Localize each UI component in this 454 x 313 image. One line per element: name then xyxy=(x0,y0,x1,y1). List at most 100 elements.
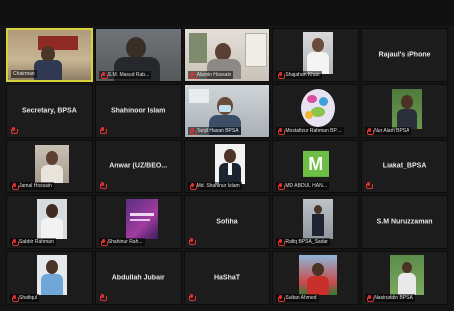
muted-mic-icon xyxy=(278,127,286,135)
muted-mic-icon xyxy=(99,126,107,134)
muted-mic-icon xyxy=(367,294,375,302)
participant-tile[interactable]: Shahinoor Islam xyxy=(94,83,182,138)
muted-mic-icon xyxy=(100,71,108,79)
participant-tile[interactable]: Md. Shahinur Islam xyxy=(183,139,271,194)
participant-name-tag: Rafiq BPSA_Sadar xyxy=(276,238,330,247)
muted-mic-icon xyxy=(99,182,107,190)
participant-display-name: HaShaT xyxy=(213,274,241,282)
participant-tile[interactable]: Secretary, BPSA xyxy=(6,83,93,138)
participant-photo xyxy=(299,255,338,296)
participant-tile[interactable]: Jamal Hossain xyxy=(6,139,93,194)
participant-display-name: Rajaul's iPhone xyxy=(378,51,431,59)
participant-name-tag: Tanjil Hasan BPSA xyxy=(187,126,241,135)
participant-tile[interactable]: Sultan Ahmed xyxy=(272,251,360,305)
participant-name-tag: Chairman xyxy=(11,69,37,78)
participant-name: Shafiqul xyxy=(19,294,38,301)
participant-photo xyxy=(37,255,67,296)
muted-mic-icon xyxy=(188,238,196,246)
participant-tile[interactable]: Anwar (UZ/BEO... xyxy=(94,139,182,194)
participant-name: Mostafizur Rahman BPSA xyxy=(285,127,343,134)
participant-photo xyxy=(303,199,334,240)
participant-name: Chairman xyxy=(13,70,35,77)
muted-mic-icon xyxy=(99,293,107,301)
participant-name-tag: MD ABDUL HAN... xyxy=(276,182,329,191)
participant-photo xyxy=(37,199,67,240)
muted-mic-icon xyxy=(12,294,19,302)
participant-tile[interactable]: Rafiq BPSA_Sadar xyxy=(272,195,360,250)
participant-tile[interactable]: Nur Alam BPSA xyxy=(361,83,448,138)
participant-name-tag: Alamin Hossain xyxy=(187,70,234,79)
participant-name-tag: Shahinur Rah... xyxy=(98,238,145,247)
participant-tile[interactable]: M MD ABDUL HAN... xyxy=(272,139,360,194)
participant-tile[interactable]: Shafiqul xyxy=(6,251,93,305)
participant-tile[interactable]: Shahinur Rah... xyxy=(94,195,182,250)
participant-name: S.M. Masud Rab... xyxy=(107,71,150,78)
participant-tile[interactable]: Sofiha xyxy=(183,195,271,250)
participant-name-tag: Shajahan Khan xyxy=(276,70,322,79)
muted-mic-icon xyxy=(189,71,197,79)
muted-mic-icon xyxy=(278,239,286,247)
participant-tile[interactable]: Tanjil Hasan BPSA xyxy=(183,83,271,138)
participant-name: Rafiq BPSA_Sadar xyxy=(285,239,328,246)
participant-name-tag: Mostafizur Rahman BPSA xyxy=(276,126,345,135)
muted-mic-icon xyxy=(188,293,196,301)
participant-tile[interactable]: S.M. Masud Rab... xyxy=(94,28,182,82)
participant-tile[interactable]: Sabbir Rahman xyxy=(6,195,93,250)
participant-tile[interactable]: Chairman xyxy=(6,28,93,82)
participant-photo xyxy=(390,255,425,296)
participant-tile[interactable]: Alamin Hossain xyxy=(183,28,271,82)
participant-tile[interactable]: Abdullah Jubair xyxy=(94,251,182,305)
participant-tile[interactable]: Mostafizur Rahman BPSA xyxy=(272,83,360,138)
muted-mic-icon xyxy=(189,183,197,191)
muted-mic-icon xyxy=(367,127,375,135)
participant-display-name: Abdullah Jubair xyxy=(111,274,165,282)
participant-photo xyxy=(125,199,158,240)
participant-gallery-grid: Chairman S.M. Masud Rab... Alamin Hossai… xyxy=(6,28,448,305)
participant-name-tag: Jamal Hossain xyxy=(10,182,54,191)
participant-name-tag: Nasiruddin BPSA xyxy=(365,293,415,302)
participant-name: Tanjil Hasan BPSA xyxy=(196,127,239,134)
participant-name-tag: Md. Shahinur Islam xyxy=(187,182,242,191)
participant-name: Nur Alam BPSA xyxy=(374,127,410,134)
muted-mic-icon xyxy=(189,127,197,135)
muted-mic-icon xyxy=(100,239,108,247)
participant-name: Sabbir Rahman xyxy=(19,239,54,246)
participant-name: Alamin Hossain xyxy=(196,71,232,78)
participant-display-name: Secretary, BPSA xyxy=(22,107,77,115)
participant-initial-avatar: M xyxy=(302,151,329,178)
participant-name-tag: Nur Alam BPSA xyxy=(365,126,412,135)
zoom-gallery-window: Chairman S.M. Masud Rab... Alamin Hossai… xyxy=(0,0,454,311)
participant-display-name: Liakat_BPSA xyxy=(382,162,427,170)
muted-mic-icon xyxy=(11,126,18,134)
participant-tile[interactable]: Rajaul's iPhone xyxy=(361,28,448,82)
participant-tile[interactable]: Shajahan Khan xyxy=(272,28,360,82)
participant-display-name: Sofiha xyxy=(216,218,238,226)
muted-mic-icon xyxy=(278,183,286,191)
participant-photo xyxy=(392,88,423,129)
participant-name: Shajahan Khan xyxy=(285,71,320,78)
participant-tile[interactable]: HaShaT xyxy=(183,251,271,305)
participant-name-tag: Shafiqul xyxy=(10,293,40,302)
participant-photo xyxy=(303,32,334,74)
participant-tile[interactable]: Nasiruddin BPSA xyxy=(361,251,448,305)
participant-display-name: Shahinoor Islam xyxy=(110,107,166,115)
participant-name: MD ABDUL HAN... xyxy=(285,183,327,190)
muted-mic-icon xyxy=(278,294,286,302)
participant-name-tag: Sultan Ahmed xyxy=(276,293,319,302)
participant-name: Sultan Ahmed xyxy=(285,294,317,301)
muted-mic-icon xyxy=(278,71,286,79)
muted-mic-icon xyxy=(12,183,19,191)
participant-photo xyxy=(301,88,336,127)
participant-photo xyxy=(214,143,245,184)
muted-mic-icon xyxy=(366,182,374,190)
participant-name-tag: S.M. Masud Rab... xyxy=(98,70,152,79)
participant-name: Nasiruddin BPSA xyxy=(374,294,413,301)
participant-name-tag: Sabbir Rahman xyxy=(10,238,56,247)
participant-tile[interactable]: S.M Nuruzzaman xyxy=(361,195,448,250)
muted-mic-icon xyxy=(12,239,19,247)
participant-name: Jamal Hossain xyxy=(19,183,52,190)
participant-tile[interactable]: Liakat_BPSA xyxy=(361,139,448,194)
participant-name: Shahinur Rah... xyxy=(107,239,143,246)
participant-display-name: Anwar (UZ/BEO... xyxy=(109,162,168,170)
participant-name: Md. Shahinur Islam xyxy=(196,183,240,190)
